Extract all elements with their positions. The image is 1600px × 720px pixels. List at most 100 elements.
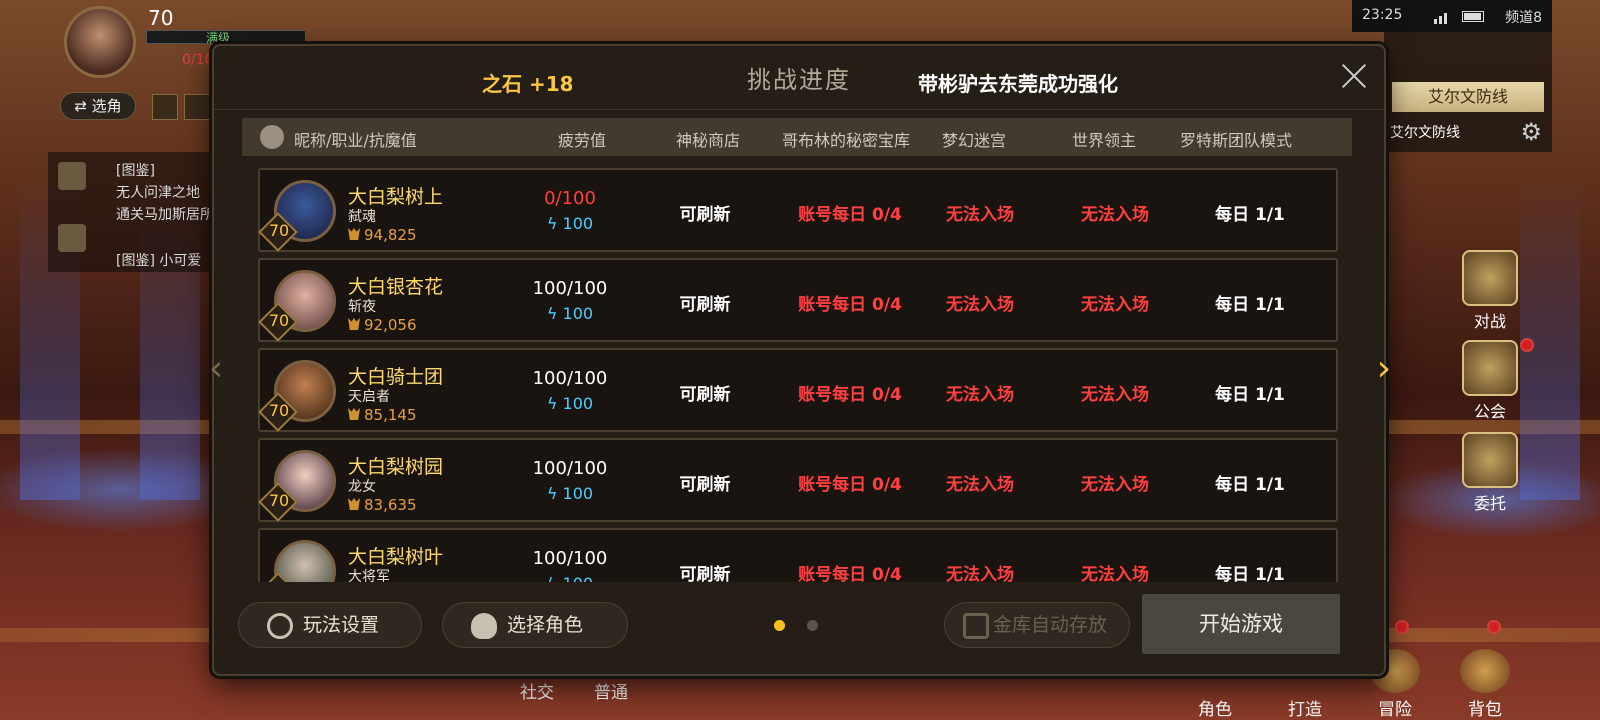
character-job: 天启者 [348, 389, 390, 405]
mystery-shop-status: 可刷新 [679, 295, 731, 315]
anti-magic-number: 85,145 [364, 406, 417, 424]
bottom-menu-craft[interactable]: 打造 [1270, 695, 1340, 720]
battery-icon [1462, 11, 1484, 22]
swords-icon [1462, 250, 1518, 306]
world-boss-status: 无法入场 [1081, 205, 1149, 225]
character-name: 大白银杏花 [348, 276, 444, 298]
column-header: 神秘商店 [676, 131, 741, 150]
column-header: 罗特斯团队模式 [1180, 131, 1293, 150]
quick-icons [152, 94, 210, 120]
character-job: 斩夜 [348, 299, 376, 315]
bottom-menu-label: 背包 [1468, 700, 1502, 720]
character-list[interactable]: 70 大白梨树上 弑魂 94,825 0/100 ϟ 100 可刷新 账号每日 0/4 无法入场… [256, 164, 1342, 582]
people-icon [58, 224, 86, 252]
vault-auto-store-button[interactable]: 金库自动存放 [944, 602, 1130, 648]
start-game-button[interactable]: 开始游戏 [1142, 594, 1340, 654]
fatigue-value: 100/100 [532, 548, 608, 569]
column-header: 梦幻迷宫 [942, 131, 1007, 150]
horn-icon [348, 498, 360, 510]
character-name: 大白梨树园 [348, 456, 444, 478]
zone-panel[interactable]: 艾尔文防线 艾尔文防线 ⚙ [1384, 32, 1552, 152]
button-label: 玩法设置 [303, 614, 380, 636]
fatigue-bonus: ϟ 100 [520, 304, 620, 323]
vault-icon [963, 613, 989, 639]
character-row[interactable]: 70 大白梨树上 弑魂 94,825 0/100 ϟ 100 可刷新 账号每日 0/4 无法入场… [258, 168, 1338, 252]
page-dot[interactable] [774, 620, 785, 631]
mystery-shop-status: 可刷新 [679, 385, 731, 405]
fantasy-maze-status: 无法入场 [946, 475, 1014, 495]
side-button-guild[interactable]: 公会 [1450, 340, 1530, 422]
skill-icon[interactable] [184, 94, 210, 120]
anti-magic-value: 94,825 [348, 226, 417, 244]
notification-dot [1520, 338, 1534, 352]
world-boss-status: 无法入场 [1081, 385, 1149, 405]
board-icon [1462, 432, 1518, 488]
chat-line: 通关马加斯居所 [116, 207, 214, 223]
anti-magic-value: 83,635 [348, 496, 417, 514]
table-header: 昵称/职业/抗魔值 疲劳值 神秘商店 哥布林的秘密宝库 梦幻迷宫 世界领主 罗特… [242, 118, 1352, 156]
zone-sign: 艾尔文防线 [1392, 82, 1544, 112]
zone-name: 艾尔文防线 [1390, 125, 1460, 141]
fatigue-bonus: ϟ 100 [520, 484, 620, 503]
chat-line: [图鉴] [116, 163, 155, 179]
lightning-icon: ϟ [546, 214, 563, 233]
character-name: 大白骑士团 [348, 366, 444, 388]
gameplay-settings-button[interactable]: 玩法设置 [238, 602, 422, 648]
character-row[interactable]: 70 大白梨树叶大将军 100/100 ϟ 100 可刷新 账号每日 0/4 无法入场 无法入… [258, 528, 1338, 582]
character-row[interactable]: 70 大白银杏花 斩夜 92,056 100/100 ϟ 100 可刷新 账号每日 0/4 无法… [258, 258, 1338, 342]
column-header: 疲劳值 [558, 131, 607, 150]
select-role-button[interactable]: 选择角色 [442, 602, 628, 648]
anti-magic-number: 83,635 [364, 496, 417, 514]
fatigue-value: 100/100 [532, 458, 608, 479]
side-button-battle[interactable]: 对战 [1450, 250, 1530, 332]
anti-magic-number: 92,056 [364, 316, 417, 334]
world-boss-status: 无法入场 [1081, 565, 1149, 582]
character-level: 70 [268, 221, 290, 240]
fatigue-bonus: ϟ 100 [520, 574, 620, 582]
side-button-commission[interactable]: 委托 [1450, 432, 1530, 514]
bottom-menu-normal[interactable]: 普通 [594, 678, 628, 703]
player-avatar[interactable] [64, 6, 136, 78]
chevron-left-icon[interactable]: ‹ [202, 351, 230, 387]
goblin-vault-status: 账号每日 0/4 [798, 565, 902, 582]
character-job: 龙女 [348, 479, 376, 495]
character-row[interactable]: 70 大白骑士团 天启者 85,145 100/100 ϟ 100 可刷新 账号每日 0/4 无… [258, 348, 1338, 432]
fatigue-bonus-value: 100 [562, 304, 594, 323]
status-bar: 23:25 频道8 [1352, 0, 1552, 32]
horn-icon [348, 228, 360, 240]
notification-dot [1395, 620, 1409, 634]
goblin-vault-status: 账号每日 0/4 [798, 295, 902, 315]
chat-line: [图鉴] 小可爱 [116, 253, 202, 269]
fatigue-bonus-value: 100 [562, 484, 594, 503]
character-icon [471, 613, 497, 639]
goblin-vault-status: 账号每日 0/4 [798, 205, 902, 225]
mystery-shop-status: 可刷新 [679, 475, 731, 495]
mystery-shop-status: 可刷新 [679, 565, 731, 582]
lotus-raid-status: 每日 1/1 [1215, 565, 1285, 582]
lightning-icon: ϟ [546, 394, 563, 413]
world-boss-status: 无法入场 [1081, 475, 1149, 495]
side-button-label: 委托 [1473, 494, 1506, 513]
lotus-raid-status: 每日 1/1 [1215, 205, 1285, 225]
mystery-shop-status: 可刷新 [679, 205, 731, 225]
character-head-icon [260, 125, 284, 149]
clock: 23:25 [1362, 7, 1403, 23]
map-icon[interactable] [152, 94, 178, 120]
character-level: 70 [266, 581, 292, 582]
horn-icon [348, 318, 360, 330]
bottom-menu-character[interactable]: 角色 [1180, 695, 1250, 720]
bottom-menu-social[interactable]: 社交 [520, 678, 554, 703]
lotus-raid-status: 每日 1/1 [1215, 385, 1285, 405]
bottom-menu-bag[interactable]: 背包 [1450, 649, 1520, 720]
switch-role-button[interactable]: ⇄ 选角 [60, 92, 136, 120]
close-icon[interactable] [1338, 60, 1370, 92]
channel-label[interactable]: 频道8 [1505, 7, 1542, 27]
chevron-right-icon[interactable]: › [1370, 351, 1398, 387]
button-label: 选择角色 [507, 614, 584, 636]
gear-icon[interactable]: ⚙ [1520, 118, 1542, 146]
chat-line: 无人问津之地 [116, 185, 200, 201]
character-job: 大将军 [348, 569, 390, 582]
character-row[interactable]: 70 大白梨树园 龙女 83,635 100/100 ϟ 100 可刷新 账号每日 0/4 无法… [258, 438, 1338, 522]
fatigue-bonus: ϟ 100 [520, 394, 620, 413]
page-dot[interactable] [807, 620, 818, 631]
